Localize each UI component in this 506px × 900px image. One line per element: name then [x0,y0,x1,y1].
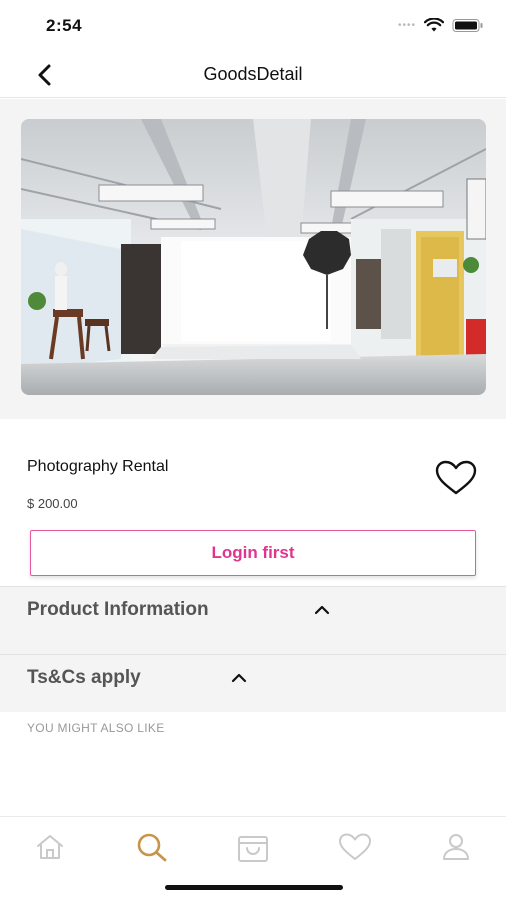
tab-search[interactable] [132,827,172,867]
tab-cart[interactable] [233,827,273,867]
heart-icon [339,833,371,860]
tab-profile[interactable] [436,827,476,867]
login-first-button[interactable]: Login first [30,530,476,576]
search-icon [137,833,167,862]
nav-bar: GoodsDetail [0,52,506,98]
shopping-bag-icon [238,836,268,862]
battery-icon [452,19,483,32]
section-label: Product Information [27,599,209,620]
home-icon [37,835,63,859]
status-time: 2:54 [46,16,83,35]
chevron-up-icon [231,673,247,683]
tab-home[interactable] [30,827,70,867]
tab-favorites[interactable] [335,827,375,867]
product-name: Photography Rental [27,458,169,475]
section-ts-cs[interactable]: Ts&Cs apply [0,654,506,712]
chevron-up-icon [314,605,330,615]
page-title: GoodsDetail [203,64,303,84]
signal-dots-icon: •••• [397,20,416,31]
section-product-information[interactable]: Product Information [0,586,506,654]
heart-outline-icon [435,460,477,495]
status-icons: •••• [398,18,484,33]
product-price: $ 200.00 [27,496,78,511]
wifi-icon [424,18,444,32]
user-icon [443,834,469,860]
section-label: Ts&Cs apply [27,667,141,688]
favorite-button[interactable] [434,460,478,496]
home-indicator [165,885,343,890]
product-image[interactable] [21,119,486,395]
photo-studio-image [21,119,486,395]
recommendations-heading: YOU MIGHT ALSO LIKE [27,721,165,735]
status-bar: 2:54 •••• [0,0,506,52]
